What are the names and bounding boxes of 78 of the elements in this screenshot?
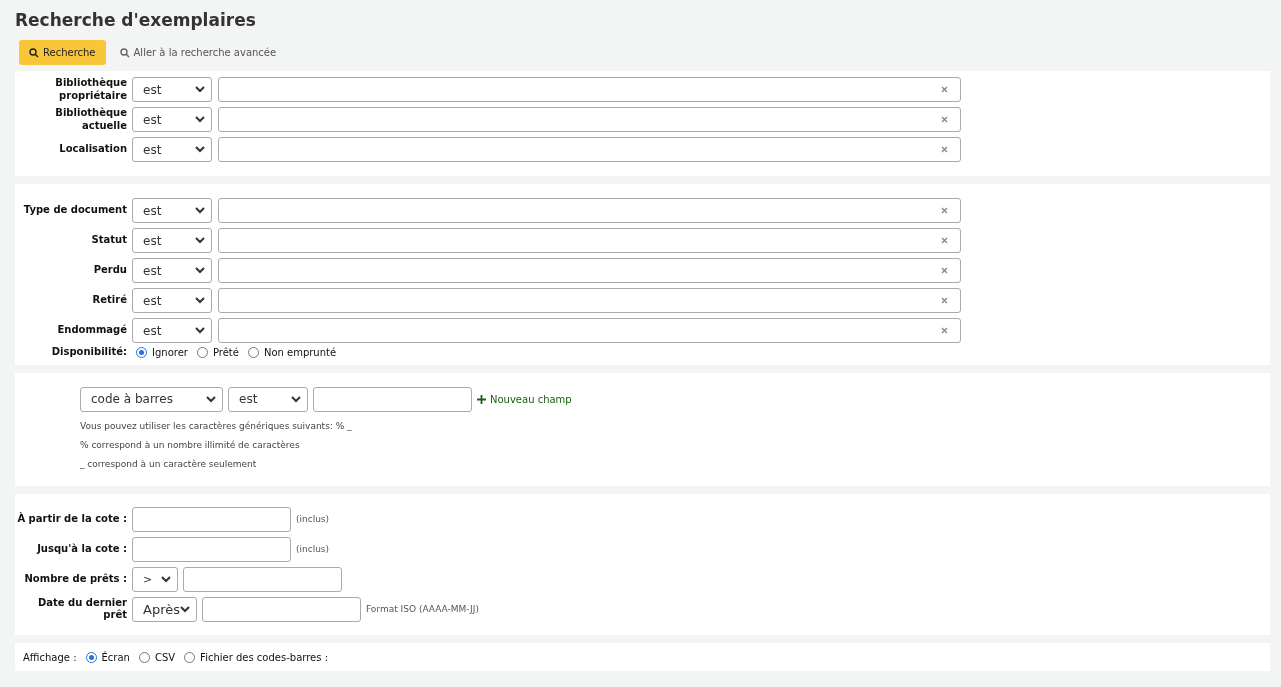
field-select[interactable]: code à barres — [80, 386, 223, 412]
filter-label: Statut — [90, 234, 127, 247]
count-field[interactable] — [183, 566, 342, 592]
filter-label: Jusqu'à la cote : — [35, 542, 127, 556]
page-title: Recherche d'exemplaires — [15, 10, 257, 30]
chevron-down-icon — [291, 395, 301, 403]
search-icon — [119, 47, 130, 58]
chevron-down-icon — [180, 605, 190, 613]
radio-label: CSV — [154, 651, 176, 663]
filter-label: À partir de la cote : — [16, 512, 127, 526]
filter-label: Bibliothèque propriétaire — [54, 77, 127, 102]
operator-select[interactable]: est — [228, 386, 308, 412]
operator-select[interactable]: > — [132, 566, 178, 592]
chevron-down-icon — [195, 327, 205, 334]
radio-label: Fichier des codes-barres : — [200, 651, 328, 663]
radio-label: Ignorer — [152, 346, 188, 358]
advanced-search-link[interactable]: Aller à la recherche avancée — [119, 47, 277, 58]
search-field[interactable] — [313, 386, 472, 412]
filter-label: Bibliothèque actuelle — [54, 107, 127, 132]
display-label: Affichage : — [23, 651, 77, 663]
chevron-down-icon — [195, 297, 205, 304]
chevron-down-icon — [195, 207, 205, 214]
operator-select[interactable]: est — [132, 107, 212, 132]
operator-select[interactable]: est — [132, 198, 212, 223]
filter-label: Retiré — [91, 294, 127, 307]
clear-icon[interactable] — [941, 297, 948, 304]
date-format-note: Format ISO (AAAA-MM-JJ) — [366, 604, 479, 614]
wildcard-hint: _ correspond à un caractère seulement — [80, 457, 258, 471]
operator-select[interactable]: est — [132, 77, 212, 102]
inclusive-note: (inclus) — [296, 544, 330, 554]
value-select[interactable] — [218, 77, 961, 102]
value-select[interactable] — [218, 137, 961, 162]
chevron-down-icon — [161, 575, 171, 583]
value-select[interactable] — [218, 288, 961, 313]
radio-label: Écran — [101, 651, 130, 663]
clear-icon[interactable] — [941, 116, 948, 123]
value-select[interactable] — [218, 107, 961, 132]
clear-icon[interactable] — [941, 237, 948, 244]
clear-icon[interactable] — [941, 267, 948, 274]
value-select[interactable] — [218, 318, 961, 343]
clear-icon[interactable] — [941, 86, 948, 93]
text-field[interactable] — [132, 536, 291, 562]
radio-label: Prêté — [212, 346, 239, 358]
chevron-down-icon — [195, 237, 205, 244]
availability-label: Disponibilité: — [50, 346, 127, 359]
clear-icon[interactable] — [941, 207, 948, 214]
chevron-down-icon — [195, 86, 205, 93]
chevron-down-icon — [206, 395, 216, 403]
wildcard-hint: Vous pouvez utiliser les caractères génériques suivants: % _ — [80, 419, 353, 433]
text-field[interactable] — [132, 506, 291, 532]
search-icon — [29, 47, 39, 58]
inclusive-note: (inclus) — [296, 514, 330, 524]
operator-select[interactable]: Après — [132, 596, 197, 622]
chevron-down-icon — [195, 116, 205, 123]
operator-select[interactable]: est — [132, 318, 212, 343]
filter-label: Endommagé — [56, 324, 127, 337]
filter-label: Nombre de prêts : — [23, 572, 127, 586]
operator-select[interactable]: est — [132, 288, 212, 313]
new-field-link[interactable]: Nouveau champ — [477, 393, 572, 405]
clear-icon[interactable] — [941, 327, 948, 334]
date-field[interactable] — [202, 596, 361, 622]
wildcard-hint: % correspond à un nombre illimité de caractères — [80, 438, 301, 452]
value-select[interactable] — [218, 258, 961, 283]
operator-select[interactable]: est — [132, 137, 212, 162]
value-select[interactable] — [218, 228, 961, 253]
clear-icon[interactable] — [941, 146, 948, 153]
filter-label: Perdu — [92, 264, 127, 277]
chevron-down-icon — [195, 267, 205, 274]
radio-label: Non emprunté — [263, 346, 337, 358]
operator-select[interactable]: est — [132, 228, 212, 253]
filter-label: Date du dernier prêt — [37, 596, 127, 622]
chevron-down-icon — [195, 146, 205, 153]
plus-icon — [477, 394, 486, 404]
filter-label: Localisation — [58, 143, 127, 156]
operator-select[interactable]: est — [132, 258, 212, 283]
search-button[interactable]: Recherche — [19, 40, 106, 65]
filter-label: Type de document — [22, 204, 127, 217]
value-select[interactable] — [218, 198, 961, 223]
